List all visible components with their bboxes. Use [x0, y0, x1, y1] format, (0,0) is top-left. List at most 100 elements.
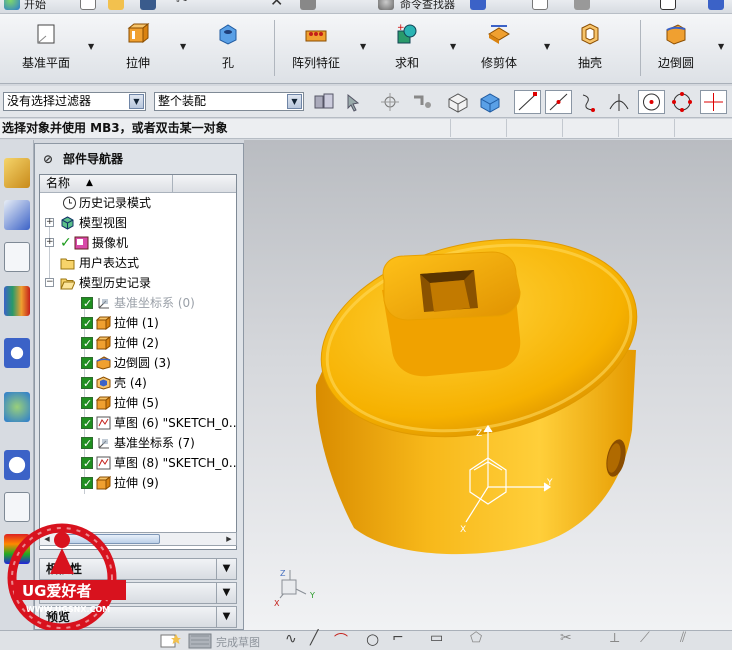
select-face-icon[interactable]: [478, 91, 502, 113]
part-navigator-icon[interactable]: [4, 242, 30, 272]
trim-body-button[interactable]: 修剪体: [480, 20, 518, 78]
open-file-icon[interactable]: [108, 0, 124, 10]
extrude-dropdown-icon[interactable]: ▼: [180, 42, 186, 51]
snap-endpoint-button[interactable]: [514, 90, 541, 114]
select-body-icon[interactable]: [446, 91, 470, 113]
quadrant-point-icon[interactable]: [670, 91, 694, 113]
type-filter-select[interactable]: 没有选择过滤器 ▼: [3, 92, 146, 111]
tree-item-feature[interactable]: 边倒圆 (3): [40, 353, 236, 374]
snap-point-icon[interactable]: [378, 91, 402, 113]
constraint-icon[interactable]: ⟂: [610, 630, 619, 646]
scope-filter-select[interactable]: 整个装配 ▼: [154, 92, 304, 111]
offset-icon[interactable]: ⫽: [680, 630, 686, 646]
visibility-checkbox[interactable]: [81, 294, 93, 314]
rectangle-icon[interactable]: ▭: [430, 630, 443, 646]
start-menu-icon[interactable]: [4, 0, 20, 10]
unite-button[interactable]: + 求和: [392, 20, 422, 78]
finish-sketch-label[interactable]: 完成草图: [216, 634, 260, 650]
intersection-icon[interactable]: [607, 91, 631, 113]
trim-icon[interactable]: ✂: [560, 630, 572, 646]
expand-icon[interactable]: +: [45, 238, 54, 247]
reuse-library-icon[interactable]: [4, 286, 30, 316]
datum-plane-dropdown-icon[interactable]: ▼: [88, 42, 94, 51]
socket-part[interactable]: [303, 212, 656, 555]
expand-icon[interactable]: +: [45, 218, 54, 227]
save-icon[interactable]: [140, 0, 156, 10]
polygon-icon[interactable]: ⬠: [470, 630, 482, 646]
tree-item-feature[interactable]: 草图 (8) "SKETCH_0...: [40, 453, 236, 474]
collapse-icon[interactable]: −: [45, 278, 54, 287]
scroll-right-icon[interactable]: ▶: [222, 533, 236, 545]
fillet-icon[interactable]: ⌐: [392, 630, 404, 646]
snap-arc-center-button[interactable]: [638, 90, 665, 114]
tree-item-feature[interactable]: 拉伸 (9): [40, 473, 236, 494]
tree-item-camera[interactable]: + ✓ 摄像机: [40, 233, 236, 253]
start-menu-label[interactable]: 开始: [24, 0, 46, 12]
tree-item-feature[interactable]: 拉伸 (1): [40, 313, 236, 334]
visibility-checkbox[interactable]: [81, 414, 93, 434]
visibility-checkbox[interactable]: [81, 314, 93, 334]
datum-plane-button[interactable]: 基准平面: [18, 20, 74, 78]
edge-blend-button[interactable]: 边倒圆: [656, 20, 696, 78]
visibility-checkbox[interactable]: [81, 454, 93, 474]
trim-dropdown-icon[interactable]: ▼: [544, 42, 550, 51]
chevron-down-icon[interactable]: ▼: [287, 94, 302, 109]
constraint-navigator-icon[interactable]: [4, 200, 30, 230]
tree-item-feature[interactable]: 草图 (6) "SKETCH_0...: [40, 413, 236, 434]
edge-blend-dropdown-icon[interactable]: ▼: [718, 42, 724, 51]
cut-icon[interactable]: ✂: [176, 0, 192, 8]
circle-icon[interactable]: ○: [366, 630, 379, 648]
info-icon[interactable]: [4, 338, 30, 368]
visibility-checkbox[interactable]: [81, 354, 93, 374]
command-finder-label[interactable]: 命令查找器: [400, 0, 455, 12]
tree-item-model-views[interactable]: + 模型视图: [40, 213, 236, 233]
visibility-checkbox[interactable]: [81, 334, 93, 354]
extend-icon[interactable]: ⟋: [640, 630, 650, 646]
measure-icon[interactable]: [574, 0, 590, 10]
finish-sketch-icon[interactable]: [188, 633, 212, 649]
hole-button[interactable]: 孔: [216, 20, 240, 78]
tree-item-history-mode[interactable]: 历史记录模式: [40, 193, 236, 213]
sketch-star-icon[interactable]: [160, 633, 182, 649]
profile-icon[interactable]: ∿: [285, 631, 297, 647]
extrude-button[interactable]: 拉伸: [120, 20, 156, 78]
chevron-down-icon[interactable]: ▼: [216, 559, 236, 579]
selection-filter-icon[interactable]: [312, 91, 336, 113]
line-icon[interactable]: ╱: [310, 630, 318, 646]
pattern-feature-button[interactable]: 阵列特征: [288, 20, 344, 78]
tree-item-model-history[interactable]: − 模型历史记录: [40, 273, 236, 293]
select-feature-icon[interactable]: [344, 91, 368, 113]
visibility-checkbox[interactable]: [81, 394, 93, 414]
render-icon[interactable]: [708, 0, 724, 10]
chart-icon[interactable]: [532, 0, 548, 10]
view-cube-icon[interactable]: [470, 0, 486, 10]
tree-item-feature[interactable]: 壳 (4): [40, 373, 236, 394]
control-point-icon[interactable]: [577, 91, 601, 113]
visibility-checkbox[interactable]: [81, 434, 93, 454]
3d-model-view[interactable]: Z Y X Z Y X: [244, 140, 732, 630]
chevron-down-icon[interactable]: ▼: [129, 94, 144, 109]
chevron-down-icon[interactable]: ▼: [216, 583, 236, 603]
pin-icon[interactable]: ⊘: [43, 152, 53, 166]
delete-icon[interactable]: ✕: [270, 0, 286, 10]
undo-icon[interactable]: [300, 0, 316, 10]
shell-button[interactable]: 抽壳: [576, 20, 604, 78]
tree-item-user-expressions[interactable]: 用户表达式: [40, 253, 236, 273]
tree-item-feature[interactable]: 拉伸 (2): [40, 333, 236, 354]
history-clock-icon[interactable]: [4, 450, 30, 480]
pattern-dropdown-icon[interactable]: ▼: [360, 42, 366, 51]
chevron-down-icon[interactable]: ▼: [216, 607, 236, 627]
assembly-navigator-icon[interactable]: [4, 158, 30, 188]
visibility-checkbox[interactable]: [81, 374, 93, 394]
tree-item-feature[interactable]: 基准坐标系 (7): [40, 433, 236, 454]
snap-existing-point-button[interactable]: [700, 90, 727, 114]
snap-midpoint-button[interactable]: [545, 90, 572, 114]
unite-dropdown-icon[interactable]: ▼: [450, 42, 456, 51]
arc-icon[interactable]: ⌒: [334, 630, 348, 650]
visibility-checkbox[interactable]: [81, 474, 93, 494]
command-finder-icon[interactable]: [378, 0, 394, 10]
quick-pick-icon[interactable]: [410, 91, 434, 113]
tree-item-feature[interactable]: 基准坐标系 (0): [40, 293, 236, 314]
graphics-window[interactable]: Z Y X Z Y X: [244, 140, 732, 630]
column-header-name[interactable]: 名称 ▲: [40, 175, 236, 193]
